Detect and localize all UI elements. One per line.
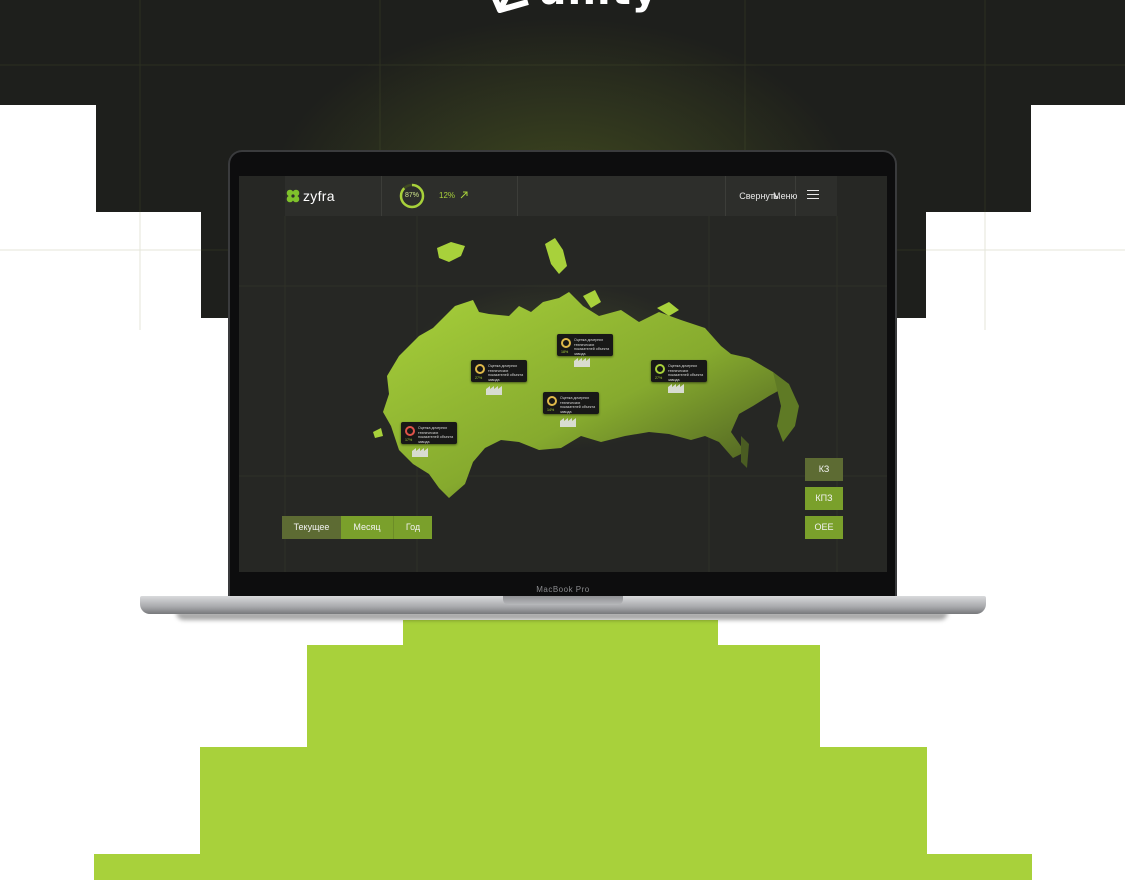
marker-ring-icon — [405, 426, 415, 436]
marker-ring-icon — [547, 396, 557, 406]
marker-text: Оценка дочерних технических показателей … — [418, 426, 454, 444]
lime-base-step-3 — [200, 747, 927, 857]
factory-icon[interactable] — [559, 416, 579, 428]
factory-icon[interactable] — [573, 356, 593, 368]
marker-ring-icon — [475, 364, 485, 374]
marker-text: Оценка дочерних технических показателей … — [574, 338, 610, 356]
lime-base-step-2 — [307, 645, 820, 750]
map-marker-tooltip[interactable]: Оценка дочерних технических показателей … — [651, 360, 707, 382]
marker-ring-icon — [561, 338, 571, 348]
period-button-year[interactable]: Год — [393, 516, 432, 539]
period-button-current[interactable]: Текущее — [282, 516, 341, 539]
unity-logo: unity — [478, 0, 658, 20]
map-marker-tooltip[interactable]: Оценка дочерних технических показателей … — [471, 360, 527, 382]
map-marker-tooltip[interactable]: Оценка дочерних технических показателей … — [557, 334, 613, 356]
factory-icon[interactable] — [667, 382, 687, 394]
factory-icon[interactable] — [411, 446, 431, 458]
device-label: MacBook Pro — [536, 585, 590, 594]
marker-percent: 17% — [405, 438, 413, 442]
unity-wordmark: unity — [538, 0, 659, 14]
factory-icon[interactable] — [485, 384, 505, 396]
marker-text: Оценка дочерних технических показателей … — [488, 364, 524, 382]
russia-map — [373, 238, 799, 498]
metric-button-kz[interactable]: КЗ — [805, 458, 843, 481]
marker-percent: 27% — [475, 376, 483, 380]
map-marker-tooltip[interactable]: Оценка дочерних технических показателей … — [401, 422, 457, 444]
laptop-notch — [503, 596, 623, 605]
marker-percent: 27% — [655, 376, 663, 380]
marker-text: Оценка дочерних технических показателей … — [668, 364, 704, 382]
metric-button-oee[interactable]: OEE — [805, 516, 843, 539]
period-button-month[interactable]: Месяц — [341, 516, 393, 539]
marker-ring-icon — [655, 364, 665, 374]
map-marker-tooltip[interactable]: Оценка дочерних технических показателей … — [543, 392, 599, 414]
unity-cube-icon — [492, 0, 529, 13]
metric-button-kpz[interactable]: КПЗ — [805, 487, 843, 510]
laptop-screen: zyfra 87% 12% Свернуть Меню Оценка дочер… — [239, 176, 887, 572]
marker-text: Оценка дочерних технических показателей … — [560, 396, 596, 414]
marker-percent: 14% — [547, 408, 555, 412]
marker-percent: 18% — [561, 350, 569, 354]
period-switcher: Текущее Месяц Год — [282, 516, 432, 539]
lime-base-step-4 — [94, 854, 1032, 880]
